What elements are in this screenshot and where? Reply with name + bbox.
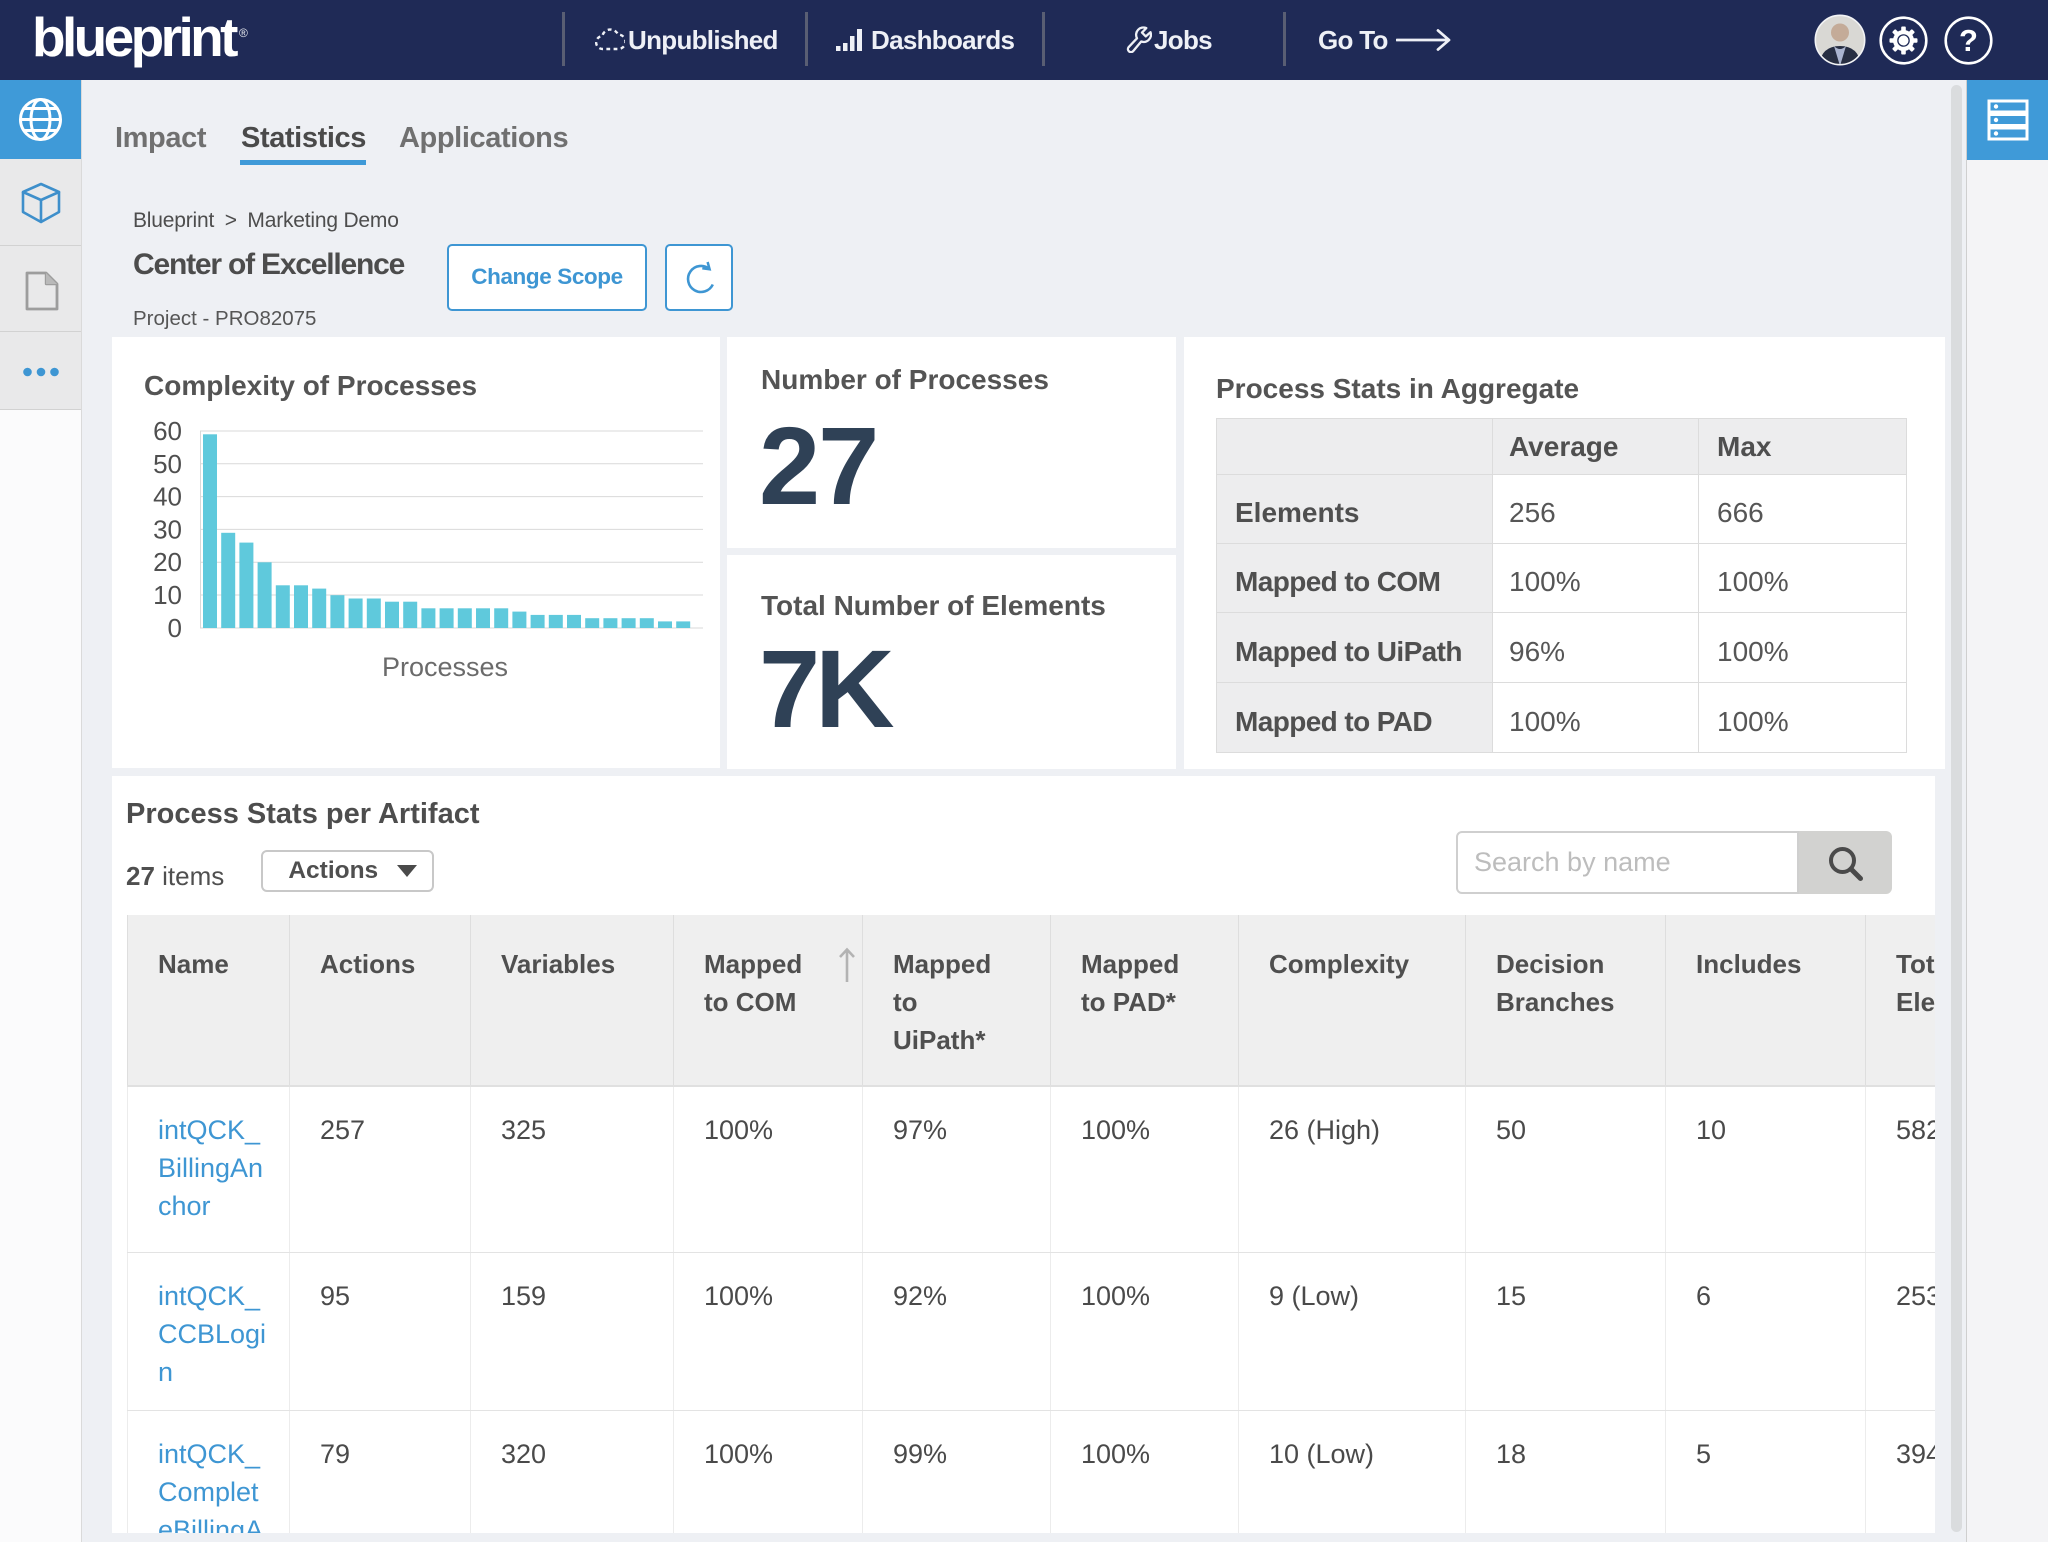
svg-text:0: 0: [168, 613, 182, 643]
svg-text:10: 10: [153, 580, 182, 610]
svg-text:?: ?: [1959, 23, 1978, 58]
svg-text:20: 20: [153, 547, 182, 577]
svg-text:60: 60: [153, 416, 182, 446]
svg-text:40: 40: [153, 482, 182, 512]
svg-text:50: 50: [153, 449, 182, 479]
svg-text:30: 30: [153, 514, 182, 544]
svg-text:Processes: Processes: [382, 652, 508, 682]
